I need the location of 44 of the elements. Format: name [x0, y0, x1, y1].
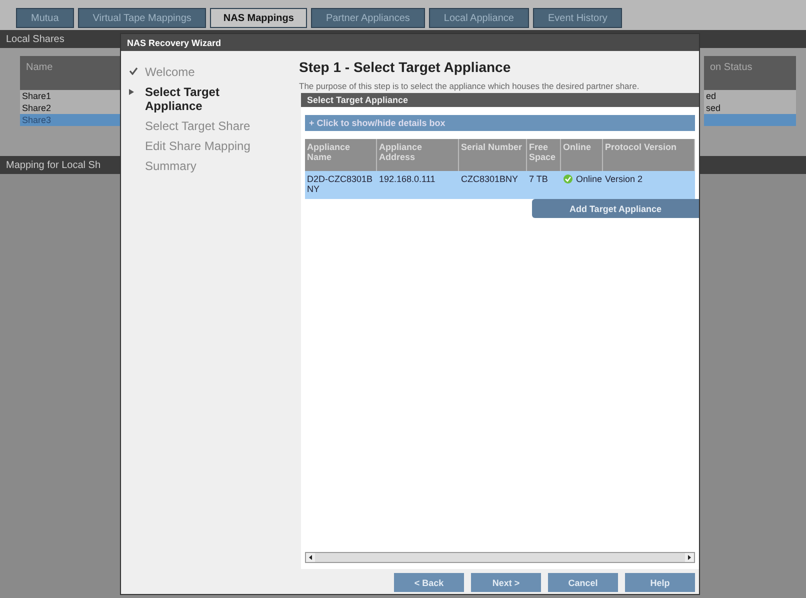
dialog-button[interactable]: Cancel: [548, 573, 618, 592]
dialog-button[interactable]: < Back: [394, 573, 464, 592]
column-header[interactable]: Free Space: [527, 139, 561, 171]
column-header[interactable]: Appliance Name: [305, 139, 377, 171]
column-header[interactable]: Appliance Address: [377, 139, 459, 171]
column-header[interactable]: Serial Number: [459, 139, 527, 171]
tab[interactable]: Local Appliance: [428, 8, 529, 28]
table-cell: Version 2: [603, 171, 695, 199]
column-header[interactable]: Protocol Version: [603, 139, 695, 171]
status-text: Online: [576, 174, 602, 184]
dialog-button[interactable]: Next >: [471, 573, 541, 592]
step-heading: Step 1 - Select Target Appliance: [299, 59, 512, 75]
table-cell: CZC8301BNY: [459, 171, 527, 199]
tab[interactable]: NAS Mappings: [210, 8, 307, 28]
column-header: on Status: [704, 56, 796, 90]
tab[interactable]: Event History: [532, 8, 622, 28]
table-cell: sed: [704, 102, 796, 114]
wizard-step[interactable]: Summary: [145, 159, 265, 173]
table-cell: 7 TB: [527, 171, 561, 199]
dialog-button[interactable]: Help: [625, 573, 695, 592]
arrow-icon: [129, 89, 134, 95]
wizard-step[interactable]: Select Target Share: [145, 119, 265, 133]
table-row[interactable]: Share2: [20, 102, 120, 114]
tab[interactable]: Virtual Tape Mappings: [78, 8, 206, 28]
table-cell: ed: [704, 90, 796, 102]
details-toggle[interactable]: + Click to show/hide details box: [305, 115, 695, 131]
dialog-title: NAS Recovery Wizard: [121, 34, 699, 51]
table-row[interactable]: Share1: [20, 90, 120, 102]
wizard-step[interactable]: Welcome: [145, 65, 265, 79]
tab[interactable]: Partner Appliances: [310, 8, 425, 28]
add-appliance-button[interactable]: Add Target Appliance: [532, 199, 699, 218]
column-header[interactable]: Online: [561, 139, 603, 171]
table-row[interactable]: Share3: [20, 114, 120, 126]
horizontal-scrollbar[interactable]: [305, 552, 695, 563]
scroll-right-icon[interactable]: [685, 553, 694, 562]
table-cell: 192.168.0.111: [377, 171, 459, 199]
column-header: Name: [20, 56, 120, 90]
panel-header: Select Target Appliance: [301, 93, 699, 107]
wizard-step[interactable]: Edit Share Mapping: [145, 139, 265, 153]
scroll-left-icon[interactable]: [306, 553, 315, 562]
step-description: The purpose of this step is to select the appliance which houses the desired partner share.: [299, 81, 640, 91]
wizard-step[interactable]: Select Target Appliance: [145, 85, 265, 113]
tab[interactable]: Mutua: [16, 8, 74, 28]
table-cell: D2D-CZC8301BNY: [305, 171, 377, 199]
